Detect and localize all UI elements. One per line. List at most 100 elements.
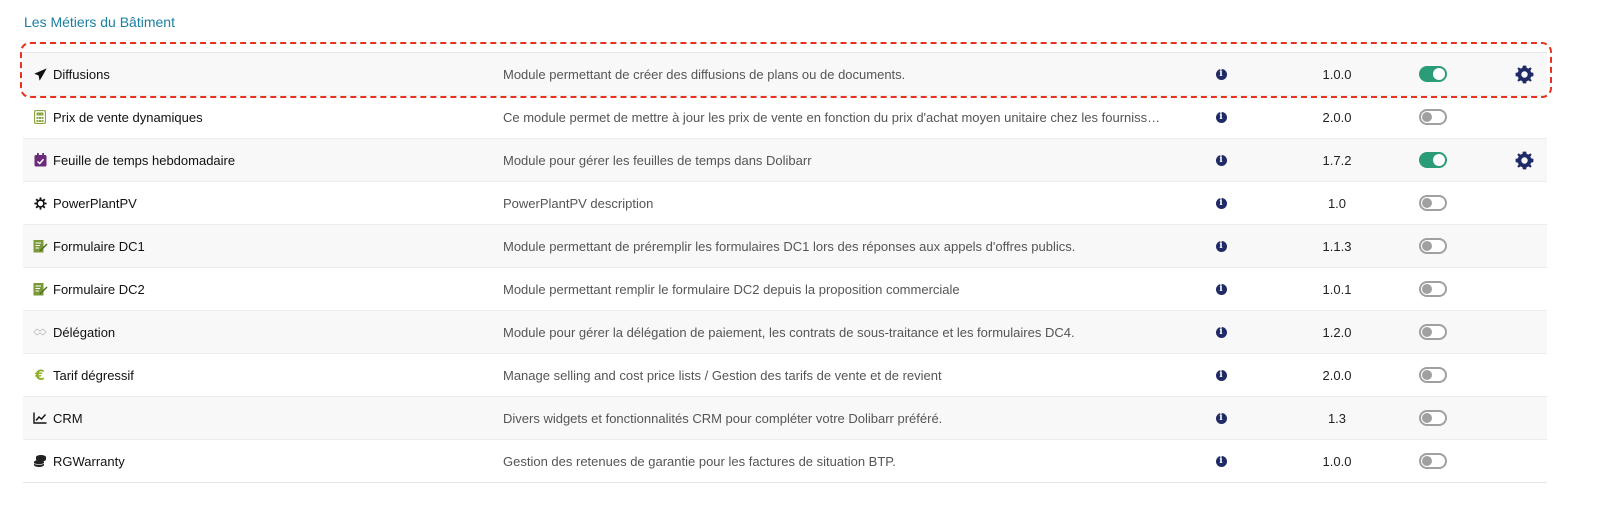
module-description: Ce module permet de mettre à jour les pr…	[503, 96, 1163, 138]
section-title: Les Métiers du Bâtiment	[24, 14, 175, 30]
info-icon[interactable]: i	[1211, 225, 1231, 267]
module-icon-cell	[31, 397, 49, 439]
module-name: Prix de vente dynamiques	[53, 109, 203, 125]
module-name: Tarif dégressif	[53, 367, 134, 383]
toggle-off-switch[interactable]	[1415, 225, 1451, 267]
toggle-off-switch[interactable]	[1415, 96, 1451, 138]
module-description: PowerPlantPV description	[503, 182, 1163, 224]
toggle-off-switch[interactable]	[1415, 311, 1451, 353]
module-version: 1.0.0	[1322, 66, 1352, 82]
coins-icon	[33, 454, 47, 468]
toggle-off-switch[interactable]	[1415, 268, 1451, 310]
module-row-8: CRM Divers widgets et fonctionnalités CR…	[23, 397, 1547, 440]
info-icon[interactable]: i	[1211, 311, 1231, 353]
module-description: Manage selling and cost price lists / Ge…	[503, 354, 1163, 396]
module-row-2: Feuille de temps hebdomadaire Module pou…	[23, 139, 1547, 182]
module-row-0: Diffusions Module permettant de créer de…	[23, 53, 1547, 96]
module-icon-cell: €	[31, 354, 49, 396]
settings-cell	[1513, 182, 1535, 224]
settings-gear-icon[interactable]	[1513, 139, 1535, 181]
module-name: Formulaire DC2	[53, 281, 145, 297]
module-version: 1.3	[1327, 410, 1347, 426]
module-description: Module pour gérer la délégation de paiem…	[503, 311, 1163, 353]
module-description: Module permettant de préremplir les form…	[503, 225, 1163, 267]
cog-small-icon	[33, 196, 47, 210]
module-icon-cell	[31, 139, 49, 181]
module-description-text: Module pour gérer la délégation de paiem…	[503, 324, 1075, 340]
module-description-text: PowerPlantPV description	[503, 195, 654, 211]
calendar-check-icon	[34, 153, 47, 167]
module-version: 1.2.0	[1322, 324, 1352, 340]
module-version: 1.7.2	[1322, 152, 1352, 168]
module-version: 2.0.0	[1322, 109, 1352, 125]
module-name: Diffusions	[53, 66, 110, 82]
toggle-off-switch[interactable]	[1415, 182, 1451, 224]
toggle-off-switch[interactable]	[1415, 440, 1451, 482]
module-icon-cell	[31, 182, 49, 224]
module-description-text: Module permettant de créer des diffusion…	[503, 66, 906, 82]
info-icon[interactable]: i	[1211, 354, 1231, 396]
info-icon[interactable]: i	[1211, 397, 1231, 439]
info-icon[interactable]: i	[1211, 182, 1231, 224]
paper-plane-icon	[33, 67, 47, 81]
info-icon[interactable]: i	[1211, 440, 1231, 482]
module-icon-cell	[31, 225, 49, 267]
settings-cell	[1513, 311, 1535, 353]
module-row-6: Délégation Module pour gérer la délégati…	[23, 311, 1547, 354]
settings-gear-icon[interactable]	[1513, 53, 1535, 95]
module-description: Gestion des retenues de garantie pour le…	[503, 440, 1163, 482]
module-name: RGWarranty	[53, 453, 125, 469]
module-description-text: Gestion des retenues de garantie pour le…	[503, 453, 896, 469]
module-version: 1.0.1	[1322, 281, 1352, 297]
info-icon[interactable]: i	[1211, 268, 1231, 310]
toggle-off-switch[interactable]	[1415, 397, 1451, 439]
info-icon[interactable]: i	[1211, 96, 1231, 138]
line-chart-icon	[33, 412, 47, 424]
settings-cell	[1513, 397, 1535, 439]
module-row-3: PowerPlantPV PowerPlantPV description i …	[23, 182, 1547, 225]
module-version: 2.0.0	[1322, 367, 1352, 383]
module-row-1: Prix de vente dynamiques Ce module perme…	[23, 96, 1547, 139]
form-edit-icon	[33, 239, 48, 253]
module-name: Formulaire DC1	[53, 238, 145, 254]
module-icon-cell	[31, 440, 49, 482]
toggle-on-switch[interactable]	[1415, 53, 1451, 95]
toggle-off-switch[interactable]	[1415, 354, 1451, 396]
module-version: 1.1.3	[1322, 238, 1352, 254]
settings-cell	[1513, 96, 1535, 138]
info-icon[interactable]: i	[1211, 53, 1231, 95]
module-description-text: Module pour gérer les feuilles de temps …	[503, 152, 812, 168]
module-description: Divers widgets et fonctionnalités CRM po…	[503, 397, 1163, 439]
module-version: 1.0	[1327, 195, 1347, 211]
module-row-4: Formulaire DC1 Module permettant de prér…	[23, 225, 1547, 268]
module-row-5: Formulaire DC2 Module permettant remplir…	[23, 268, 1547, 311]
euro-icon: €	[34, 368, 46, 382]
module-row-7: € Tarif dégressif Manage selling and cos…	[23, 354, 1547, 397]
settings-cell	[1513, 354, 1535, 396]
module-description-text: Module permettant remplir le formulaire …	[503, 281, 960, 297]
module-description-text: Ce module permet de mettre à jour les pr…	[503, 109, 1163, 125]
module-description-text: Module permettant de préremplir les form…	[503, 238, 1076, 254]
module-name: PowerPlantPV	[53, 195, 137, 211]
module-description-text: Manage selling and cost price lists / Ge…	[503, 367, 942, 383]
modules-table: Diffusions Module permettant de créer de…	[23, 52, 1547, 483]
form-edit-icon	[33, 282, 48, 296]
settings-cell	[1513, 225, 1535, 267]
toggle-on-switch[interactable]	[1415, 139, 1451, 181]
module-description-text: Divers widgets et fonctionnalités CRM po…	[503, 410, 943, 426]
module-icon-cell	[31, 311, 49, 353]
module-name: CRM	[53, 410, 83, 426]
module-description: Module permettant de créer des diffusion…	[503, 53, 1163, 95]
module-row-9: RGWarranty Gestion des retenues de garan…	[23, 440, 1547, 482]
info-icon[interactable]: i	[1211, 139, 1231, 181]
module-icon-cell	[31, 268, 49, 310]
module-name: Délégation	[53, 324, 116, 340]
module-description: Module pour gérer les feuilles de temps …	[503, 139, 1163, 181]
module-name: Feuille de temps hebdomadaire	[53, 152, 236, 168]
module-icon-cell	[31, 53, 49, 95]
handshake-icon	[33, 327, 47, 337]
calculator-icon	[34, 110, 46, 124]
module-icon-cell	[31, 96, 49, 138]
settings-cell	[1513, 440, 1535, 482]
module-version: 1.0.0	[1322, 453, 1352, 469]
